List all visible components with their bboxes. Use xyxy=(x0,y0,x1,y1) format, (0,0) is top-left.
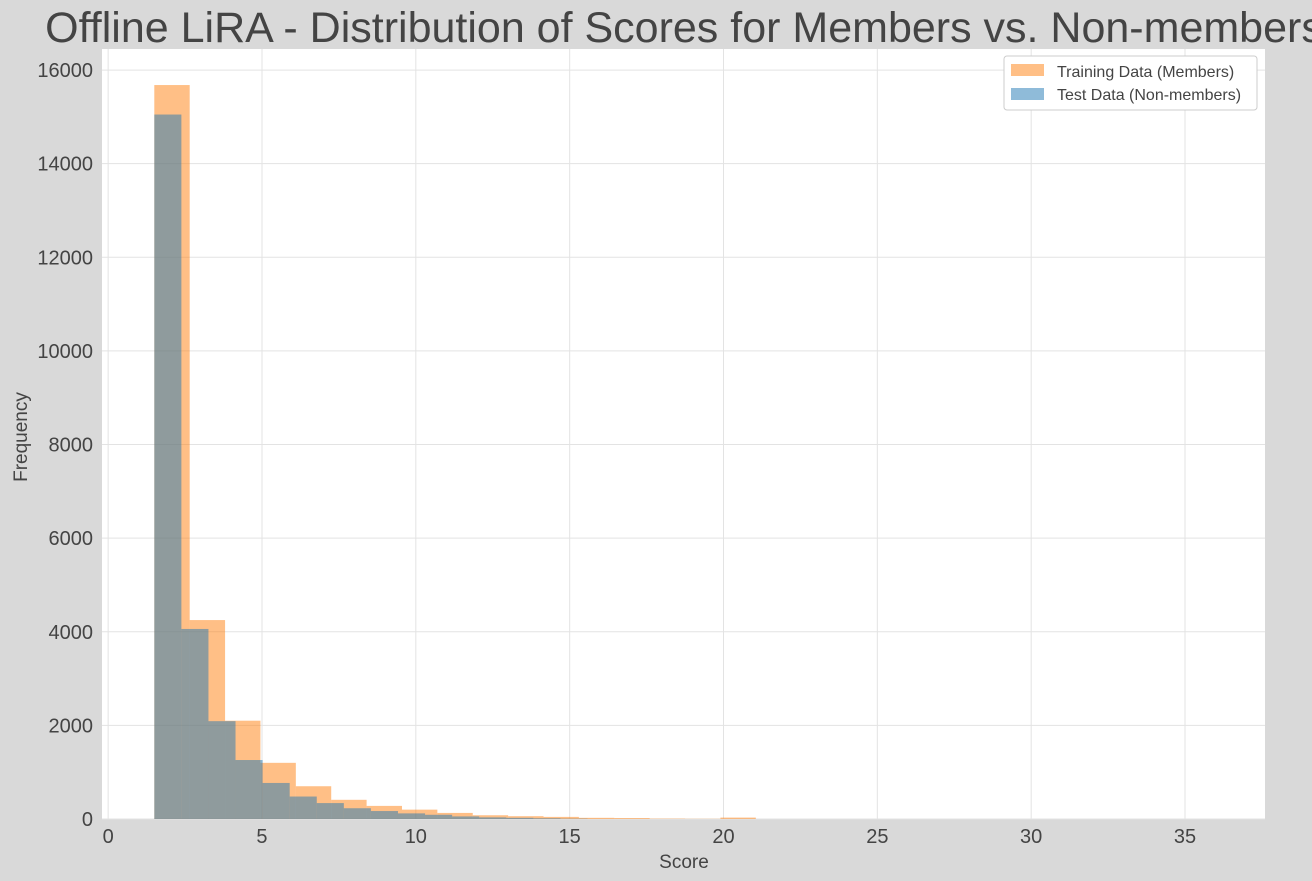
y-tick-label: 4000 xyxy=(49,622,94,644)
y-tick-label: 10000 xyxy=(37,341,93,363)
x-tick-label: 25 xyxy=(866,826,888,848)
legend-swatch-test xyxy=(1011,88,1044,100)
test-bar xyxy=(533,818,561,819)
training-bar xyxy=(614,818,650,819)
x-tick-label: 35 xyxy=(1174,826,1196,848)
y-tick-label: 6000 xyxy=(49,528,94,550)
x-axis-label: Score xyxy=(659,852,709,873)
legend: Training Data (Members) Test Data (Non-m… xyxy=(1003,55,1258,111)
x-tick-label: 30 xyxy=(1020,826,1042,848)
x-tick-label: 15 xyxy=(559,826,581,848)
training-bar xyxy=(720,817,756,819)
test-bar xyxy=(506,817,534,819)
y-axis-ticks: 0 2000 4000 6000 8000 10000 12000 14000 16000 xyxy=(37,60,93,831)
test-bar xyxy=(289,796,317,819)
test-bar xyxy=(316,803,344,819)
legend-label-test: Test Data (Non-members) xyxy=(1057,87,1241,104)
plot-area xyxy=(102,49,1265,819)
legend-label-training: Training Data (Members) xyxy=(1057,64,1234,81)
legend-swatch-training xyxy=(1011,64,1044,76)
test-bar xyxy=(425,814,453,819)
test-bar xyxy=(343,808,371,819)
test-bar xyxy=(370,811,398,819)
y-tick-label: 2000 xyxy=(49,715,94,737)
x-axis-ticks: 0 5 10 15 20 25 30 35 xyxy=(103,826,1197,848)
y-tick-label: 14000 xyxy=(37,154,93,176)
chart-title: Offline LiRA - Distribution of Scores fo… xyxy=(45,4,1312,52)
y-tick-label: 0 xyxy=(82,809,93,831)
histogram-chart: Offline LiRA - Distribution of Scores fo… xyxy=(11,4,1312,873)
x-tick-label: 0 xyxy=(103,826,114,848)
test-bar xyxy=(452,816,480,819)
test-bar xyxy=(262,782,290,819)
test-bar xyxy=(235,760,263,819)
x-tick-label: 5 xyxy=(256,826,267,848)
test-bar xyxy=(208,721,236,819)
test-bar xyxy=(397,813,426,819)
test-bar xyxy=(181,628,209,819)
y-axis-label: Frequency xyxy=(11,392,32,482)
y-tick-label: 16000 xyxy=(37,60,93,82)
x-tick-label: 10 xyxy=(405,826,427,848)
test-bar xyxy=(154,114,182,819)
test-bar xyxy=(479,817,507,819)
y-tick-label: 8000 xyxy=(49,435,94,457)
x-tick-label: 20 xyxy=(712,826,734,848)
y-tick-label: 12000 xyxy=(37,247,93,269)
